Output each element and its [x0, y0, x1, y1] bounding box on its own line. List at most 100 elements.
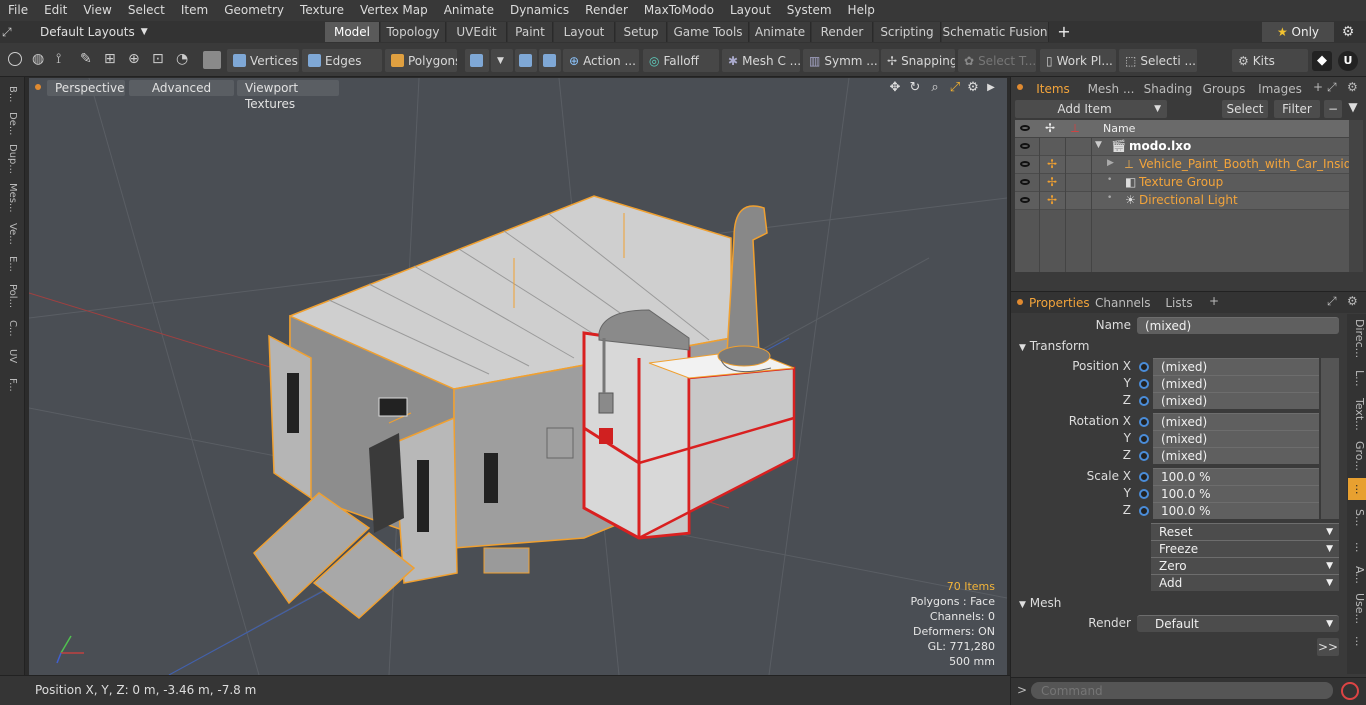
vtab-group[interactable]: Gro... — [1348, 438, 1366, 474]
position-z-field[interactable]: (mixed) — [1153, 392, 1319, 409]
menu-vertex-map[interactable]: Vertex Map — [352, 0, 436, 21]
vtab-more-2[interactable]: ... — [1348, 630, 1366, 652]
3d-viewport[interactable]: Perspective Advanced Viewport Textures ✥… — [29, 78, 1007, 675]
falloff-button[interactable]: ◎ Falloff — [643, 49, 719, 72]
scale-z-field[interactable]: 100.0 % — [1153, 502, 1319, 519]
snapping-button[interactable]: ✢ Snapping — [881, 49, 955, 72]
tab-shading[interactable]: Shading — [1143, 80, 1193, 98]
select-button[interactable]: Select — [1222, 100, 1268, 118]
advanced-dropdown[interactable]: Advanced — [129, 80, 234, 96]
menu-view[interactable]: View — [75, 0, 119, 21]
add-tab-icon[interactable]: + — [1313, 80, 1327, 94]
tab-scripting[interactable]: Scripting — [874, 22, 941, 42]
tab-animate[interactable]: Animate — [750, 22, 811, 42]
panel-gear-icon[interactable]: ⚙ — [1347, 294, 1361, 308]
expand-triangle-icon[interactable]: ▼ — [1095, 140, 1102, 150]
viewport-menu-dot-icon[interactable] — [35, 84, 41, 90]
item-mode-icon[interactable] — [203, 51, 221, 69]
menu-system[interactable]: System — [779, 0, 840, 21]
tab-render[interactable]: Render — [812, 22, 873, 42]
render-dropdown[interactable]: Default ▼ — [1137, 615, 1339, 632]
tab-setup[interactable]: Setup — [616, 22, 667, 42]
vtab-texture[interactable]: Text... — [1348, 394, 1366, 434]
pan-icon[interactable]: ✥ — [888, 81, 902, 95]
zoom-icon[interactable]: ⌕ — [928, 81, 942, 95]
item-list-scrollbar[interactable] — [1349, 120, 1363, 272]
gear-icon[interactable]: ⚙ — [1340, 24, 1356, 40]
lasso-icon[interactable]: ⟟ — [56, 51, 72, 67]
visibility-eye-icon[interactable] — [1020, 179, 1030, 185]
work-plane-button[interactable]: ▯ Work Pl... — [1040, 49, 1116, 72]
name-field[interactable]: (mixed) — [1137, 317, 1339, 334]
left-tab-polygon[interactable]: Pol... — [4, 281, 20, 311]
menu-dynamics[interactable]: Dynamics — [502, 0, 577, 21]
symmetry-icon-button[interactable] — [515, 49, 537, 72]
scale-x-field[interactable]: 100.0 % — [1153, 468, 1319, 485]
left-tab-duplicate[interactable]: Dup... — [4, 143, 20, 175]
vertices-button[interactable]: Vertices — [227, 49, 299, 72]
material-mode-button[interactable] — [465, 49, 489, 72]
left-tab-deform[interactable]: De... — [4, 111, 20, 137]
tab-properties[interactable]: Properties — [1029, 294, 1090, 312]
render-toggle-icon[interactable]: ✢ — [1047, 175, 1057, 189]
tab-items[interactable]: Items — [1029, 80, 1077, 98]
keyframe-dot-icon[interactable] — [1139, 472, 1149, 482]
panel-expand-icon[interactable]: ⤢ — [1327, 80, 1341, 95]
left-tab-curve[interactable]: C... — [4, 317, 20, 339]
tab-images[interactable]: Images — [1255, 80, 1305, 98]
rotate-icon[interactable]: ⊕ — [128, 51, 144, 67]
mode-dropdown[interactable]: ▼ — [491, 49, 513, 72]
visibility-eye-icon[interactable] — [1020, 143, 1030, 149]
left-tab-mesh-edit[interactable]: Mes... — [4, 181, 20, 215]
zero-dropdown[interactable]: Zero ▼ — [1151, 557, 1339, 574]
left-tab-edge[interactable]: E... — [4, 253, 20, 275]
tab-paint[interactable]: Paint — [508, 22, 553, 42]
play-arrow-icon[interactable]: ▶ — [984, 81, 998, 95]
tab-channels[interactable]: Channels — [1095, 294, 1151, 312]
tab-game-tools[interactable]: Game Tools — [668, 22, 749, 42]
more-button[interactable]: >> — [1317, 638, 1339, 656]
filter-button[interactable]: Filter — [1274, 100, 1320, 118]
vtab-a[interactable]: A... — [1348, 564, 1366, 586]
action-center-button[interactable]: ⊕ Action ... — [563, 49, 639, 72]
left-tab-fusion[interactable]: F... — [4, 373, 20, 397]
keyframe-dot-icon[interactable] — [1139, 489, 1149, 499]
visibility-eye-icon[interactable] — [1020, 197, 1030, 203]
left-tab-uv[interactable]: UV — [4, 345, 20, 367]
world-icon-button[interactable] — [539, 49, 561, 72]
position-y-field[interactable]: (mixed) — [1153, 375, 1319, 392]
mesh-section-header[interactable]: ▼ Mesh — [1019, 595, 1061, 611]
menu-edit[interactable]: Edit — [36, 0, 75, 21]
menu-item[interactable]: Item — [173, 0, 216, 21]
vtab-active[interactable]: ... — [1348, 478, 1366, 500]
tab-topology[interactable]: Topology — [381, 22, 446, 42]
select-circle-icon[interactable] — [8, 52, 24, 68]
transform-section-header[interactable]: ▼ Transform — [1019, 338, 1089, 354]
expand-arrows-icon[interactable]: ⤢ — [2, 25, 16, 39]
record-icon[interactable] — [1341, 682, 1359, 700]
only-toggle[interactable]: ★ Only — [1262, 22, 1334, 42]
polygons-button[interactable]: Polygons — [385, 49, 457, 72]
reset-dropdown[interactable]: Reset ▼ — [1151, 523, 1339, 540]
viewport-gear-icon[interactable]: ⚙ — [966, 81, 980, 95]
visibility-eye-icon[interactable] — [1020, 161, 1030, 167]
add-dropdown[interactable]: Add ▼ — [1151, 574, 1339, 591]
rotation-x-field[interactable]: (mixed) — [1153, 413, 1319, 430]
tab-lists[interactable]: Lists — [1157, 294, 1201, 312]
brush-icon[interactable]: ✎ — [80, 51, 96, 67]
render-toggle-icon[interactable]: ✢ — [1047, 193, 1057, 207]
keyframe-dot-icon[interactable] — [1139, 379, 1149, 389]
menu-help[interactable]: Help — [840, 0, 883, 21]
left-tab-vertex[interactable]: Ve... — [4, 221, 20, 247]
command-input[interactable] — [1031, 682, 1333, 699]
tab-layout[interactable]: Layout — [554, 22, 615, 42]
tab-mesh-ops[interactable]: Mesh ... — [1083, 80, 1139, 98]
move-icon[interactable]: ⊞ — [104, 51, 120, 67]
panel-menu-dot-icon[interactable] — [1017, 299, 1023, 305]
vtab-s[interactable]: S... — [1348, 504, 1366, 532]
freeze-dropdown[interactable]: Freeze ▼ — [1151, 540, 1339, 557]
panel-expand-icon[interactable]: ⤢ — [1327, 294, 1341, 309]
add-item-button[interactable]: Add Item ▼ — [1015, 100, 1167, 118]
edges-button[interactable]: Edges — [302, 49, 382, 72]
render-toggle-icon[interactable]: ✢ — [1047, 157, 1057, 171]
